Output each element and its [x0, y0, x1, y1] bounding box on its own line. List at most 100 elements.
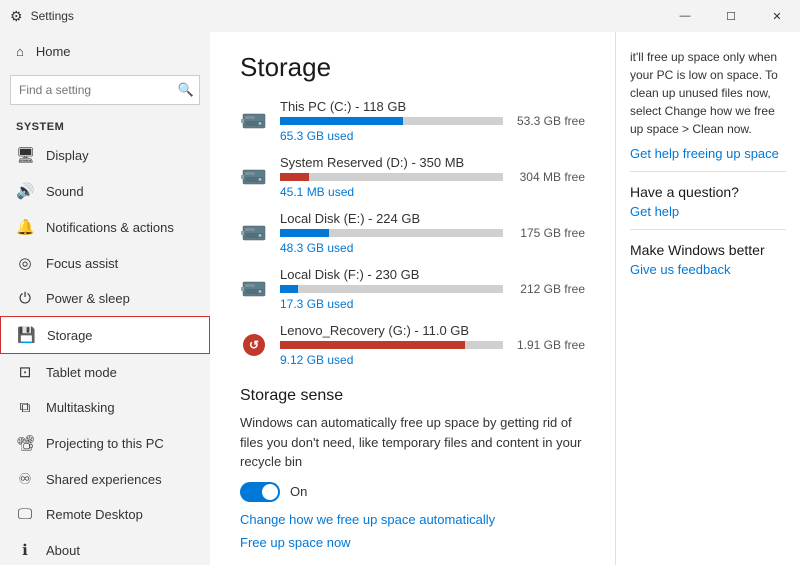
settings-window: ⚙ Settings — ☐ ✕ ⌂ Home 🔍 System 🖥 Displ… — [0, 0, 800, 565]
change-free-space-link[interactable]: Change how we free up space automaticall… — [240, 512, 585, 527]
sidebar-item-power-sleep[interactable]: ⏻ Power & sleep — [0, 281, 210, 316]
storage-sense-toggle[interactable] — [240, 482, 280, 502]
titlebar-left: ⚙ Settings — [10, 8, 74, 25]
main-panel: Storage This PC (C:) - 118 — [210, 32, 615, 565]
remote-icon: 🖵 — [16, 506, 34, 523]
sidebar-item-label: Projecting to this PC — [46, 436, 164, 451]
about-icon: ℹ — [16, 541, 34, 559]
sidebar-search[interactable]: 🔍 — [10, 75, 200, 105]
search-input[interactable] — [10, 75, 200, 105]
focus-icon: ◎ — [16, 254, 34, 272]
drive-g-free: 1.91 GB free — [515, 338, 585, 352]
sidebar-item-label: Notifications & actions — [46, 220, 174, 235]
sidebar-item-label: Sound — [46, 184, 84, 199]
drive-d-progress-fill — [280, 173, 309, 181]
content-area: ⌂ Home 🔍 System 🖥 Display 🔊 Sound 🔔 Noti… — [0, 32, 800, 565]
sidebar-item-label: Focus assist — [46, 256, 118, 271]
sidebar-item-projecting[interactable]: 📽 Projecting to this PC — [0, 425, 210, 461]
project-icon: 📽 — [16, 434, 34, 452]
sidebar-item-sound[interactable]: 🔊 Sound — [0, 173, 210, 209]
drive-item-d: System Reserved (D:) - 350 MB 45.1 MB us… — [240, 155, 585, 199]
make-better-title: Make Windows better — [630, 242, 786, 258]
drive-d-progress-bg — [280, 173, 503, 181]
drive-e-icon — [240, 219, 268, 247]
sidebar: ⌂ Home 🔍 System 🖥 Display 🔊 Sound 🔔 Noti… — [0, 32, 210, 565]
drive-c-progress-fill — [280, 117, 403, 125]
home-label: Home — [36, 44, 71, 59]
drive-g-name: Lenovo_Recovery (G:) - 11.0 GB — [280, 323, 503, 338]
sidebar-item-home[interactable]: ⌂ Home — [0, 32, 210, 71]
have-question-title: Have a question? — [630, 184, 786, 200]
sidebar-item-shared-experiences[interactable]: ♾ Shared experiences — [0, 461, 210, 497]
sidebar-item-label: Multitasking — [46, 400, 115, 415]
sidebar-item-label: Power & sleep — [46, 291, 130, 306]
get-help-link[interactable]: Get help — [630, 204, 786, 219]
minimize-button[interactable]: — — [662, 0, 708, 32]
toggle-knob — [262, 484, 278, 500]
get-help-freeing-link[interactable]: Get help freeing up space — [630, 146, 786, 161]
titlebar: ⚙ Settings — ☐ ✕ — [0, 0, 800, 32]
drive-item-e: Local Disk (E:) - 224 GB 48.3 GB used 17… — [240, 211, 585, 255]
sidebar-item-focus-assist[interactable]: ◎ Focus assist — [0, 245, 210, 281]
drive-list: This PC (C:) - 118 GB 65.3 GB used 53.3 … — [240, 99, 585, 367]
toggle-label: On — [290, 484, 307, 499]
right-panel: it'll free up space only when your PC is… — [615, 32, 800, 565]
drive-f-free: 212 GB free — [515, 282, 585, 296]
drive-f-used: 17.3 GB used — [280, 297, 353, 311]
divider2 — [630, 229, 786, 230]
notifications-icon: 🔔 — [16, 218, 34, 236]
sidebar-item-tablet-mode[interactable]: ⊡ Tablet mode — [0, 354, 210, 390]
drive-c-name: This PC (C:) - 118 GB — [280, 99, 503, 114]
divider1 — [630, 171, 786, 172]
drive-f-progress-bg — [280, 285, 503, 293]
sidebar-item-storage[interactable]: 💾 Storage — [0, 316, 210, 354]
page-title: Storage — [240, 52, 585, 83]
storage-icon: 💾 — [17, 326, 35, 344]
shared-icon: ♾ — [16, 470, 34, 488]
sidebar-item-label: Remote Desktop — [46, 507, 143, 522]
drive-c-used: 65.3 GB used — [280, 129, 353, 143]
drive-e-free: 175 GB free — [515, 226, 585, 240]
drive-g-progress-bg — [280, 341, 503, 349]
maximize-button[interactable]: ☐ — [708, 0, 754, 32]
drive-d-info: System Reserved (D:) - 350 MB 45.1 MB us… — [280, 155, 503, 199]
drive-e-progress-bg — [280, 229, 503, 237]
drive-e-name: Local Disk (E:) - 224 GB — [280, 211, 503, 226]
sidebar-item-display[interactable]: 🖥 Display — [0, 137, 210, 173]
right-panel-desc: it'll free up space only when your PC is… — [630, 48, 786, 138]
feedback-link[interactable]: Give us feedback — [630, 262, 786, 277]
drive-d-free: 304 MB free — [515, 170, 585, 184]
drive-c-free: 53.3 GB free — [515, 114, 585, 128]
drive-item-g: ↺ Lenovo_Recovery (G:) - 11.0 GB 9.12 GB… — [240, 323, 585, 367]
drive-f-icon — [240, 275, 268, 303]
svg-text:↺: ↺ — [249, 338, 259, 352]
drive-c-icon — [240, 107, 268, 135]
home-icon: ⌂ — [16, 44, 24, 59]
sidebar-item-about[interactable]: ℹ About — [0, 532, 210, 565]
storage-sense-toggle-row: On — [240, 482, 585, 502]
drive-e-used: 48.3 GB used — [280, 241, 353, 255]
sidebar-item-multitasking[interactable]: ⧉ Multitasking — [0, 390, 210, 425]
drive-f-progress-fill — [280, 285, 298, 293]
storage-sense-title: Storage sense — [240, 387, 585, 405]
drive-item-f: Local Disk (F:) - 230 GB 17.3 GB used 21… — [240, 267, 585, 311]
drive-f-info: Local Disk (F:) - 230 GB 17.3 GB used — [280, 267, 503, 311]
sidebar-item-label: Shared experiences — [46, 472, 162, 487]
drive-g-progress-fill — [280, 341, 465, 349]
drive-e-info: Local Disk (E:) - 224 GB 48.3 GB used — [280, 211, 503, 255]
drive-g-info: Lenovo_Recovery (G:) - 11.0 GB 9.12 GB u… — [280, 323, 503, 367]
sidebar-item-remote-desktop[interactable]: 🖵 Remote Desktop — [0, 497, 210, 532]
close-button[interactable]: ✕ — [754, 0, 800, 32]
free-up-space-link[interactable]: Free up space now — [240, 535, 585, 550]
sound-icon: 🔊 — [16, 182, 34, 200]
multitasking-icon: ⧉ — [16, 399, 34, 416]
drive-d-used: 45.1 MB used — [280, 185, 354, 199]
drive-item-c: This PC (C:) - 118 GB 65.3 GB used 53.3 … — [240, 99, 585, 143]
sidebar-item-label: Display — [46, 148, 89, 163]
sidebar-item-notifications[interactable]: 🔔 Notifications & actions — [0, 209, 210, 245]
sidebar-section-label: System — [0, 113, 210, 137]
drive-e-progress-fill — [280, 229, 329, 237]
drive-d-name: System Reserved (D:) - 350 MB — [280, 155, 503, 170]
drive-f-name: Local Disk (F:) - 230 GB — [280, 267, 503, 282]
titlebar-controls: — ☐ ✕ — [662, 0, 800, 32]
